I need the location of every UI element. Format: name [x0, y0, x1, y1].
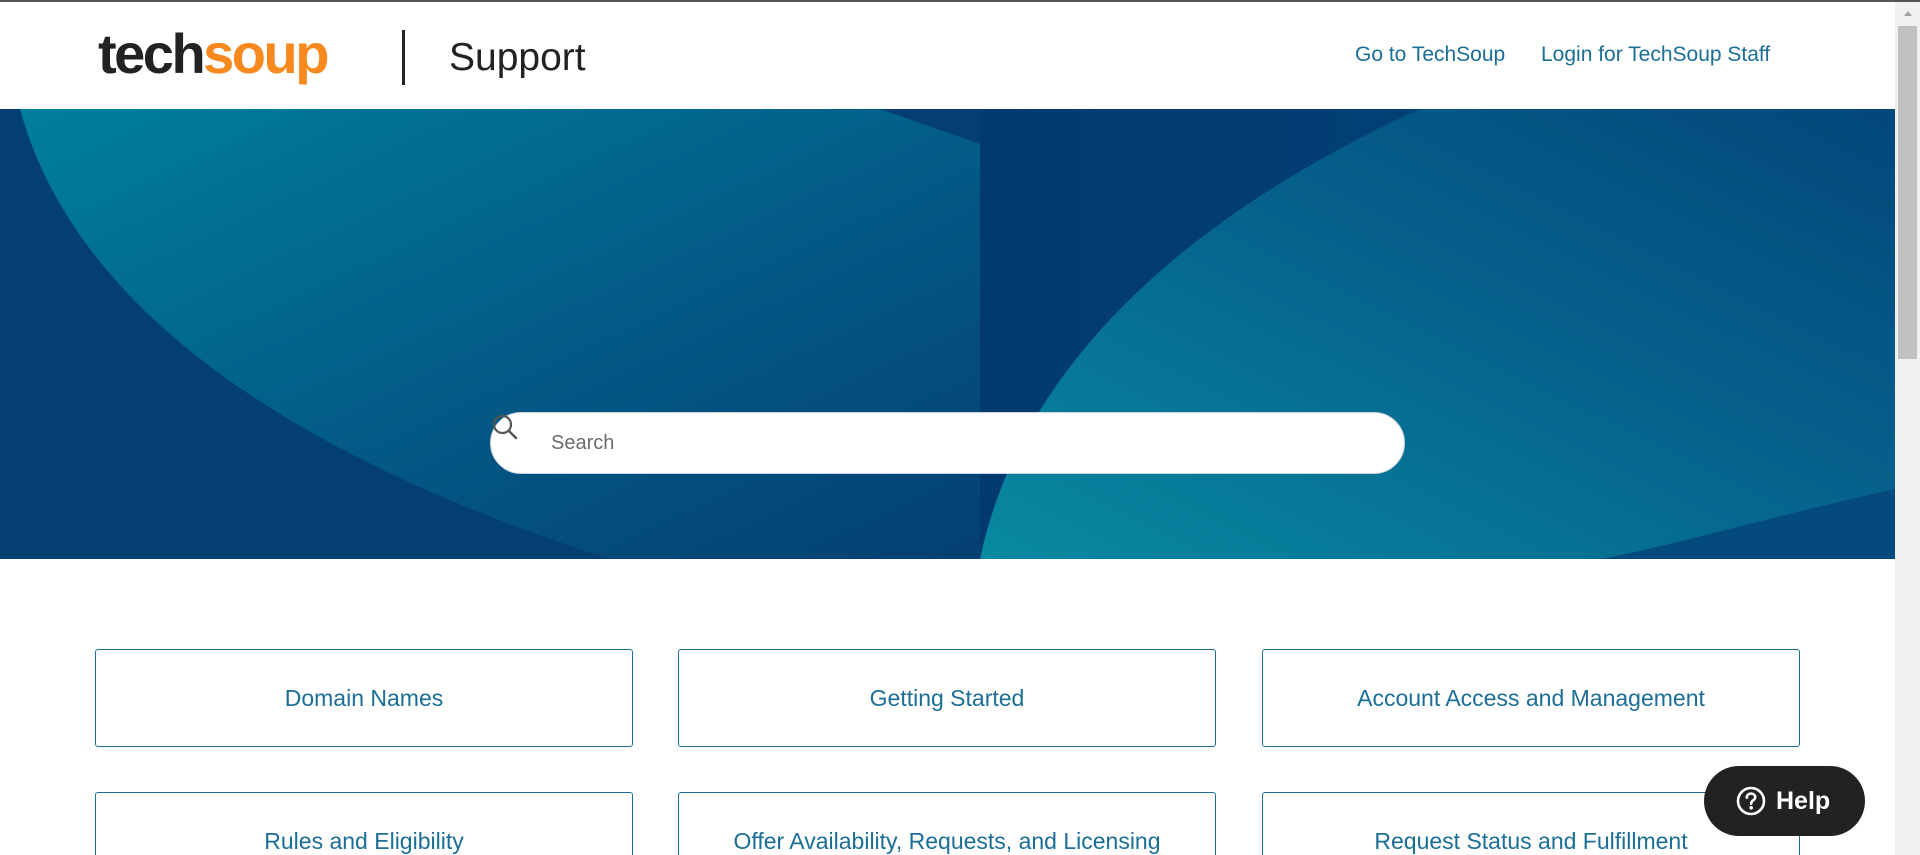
- category-rules-eligibility[interactable]: Rules and Eligibility: [95, 792, 633, 855]
- category-account-access[interactable]: Account Access and Management: [1262, 649, 1800, 747]
- category-label: Domain Names: [284, 684, 444, 711]
- search-bar[interactable]: [490, 412, 1405, 474]
- help-button-label: Help: [1776, 786, 1831, 815]
- hero-background-graphic: [0, 109, 1895, 559]
- category-label: Rules and Eligibility: [264, 828, 464, 854]
- help-button[interactable]: Help: [1704, 766, 1865, 836]
- category-offer-availability[interactable]: Offer Availability, Requests, and Licens…: [678, 792, 1216, 855]
- category-label: Getting Started: [869, 684, 1025, 711]
- vertical-scrollbar[interactable]: [1895, 2, 1920, 855]
- techsoup-logo[interactable]: tech soup: [98, 22, 329, 85]
- logo-text-soup: soup: [203, 22, 329, 85]
- nav-go-to-techsoup-link[interactable]: Go to TechSoup: [1355, 42, 1505, 68]
- header-divider: [402, 30, 405, 85]
- hero-banner: [0, 109, 1895, 559]
- category-label: Offer Availability, Requests, and Licens…: [733, 828, 1161, 854]
- logo-text-tech: tech: [98, 22, 206, 85]
- category-getting-started[interactable]: Getting Started: [678, 649, 1216, 747]
- site-title: Support: [449, 36, 586, 79]
- scrollbar-thumb[interactable]: [1898, 26, 1917, 359]
- scroll-up-button[interactable]: [1895, 2, 1920, 24]
- search-input[interactable]: [551, 413, 1381, 473]
- site-header: tech soup Support Go to TechSoup Login fo…: [0, 2, 1895, 109]
- search-icon: [492, 414, 518, 440]
- question-circle-icon: [1736, 786, 1766, 816]
- category-label: Account Access and Management: [1357, 684, 1705, 711]
- chevron-up-icon: [1903, 11, 1912, 16]
- category-domain-names[interactable]: Domain Names: [95, 649, 633, 747]
- category-label: Request Status and Fulfillment: [1374, 828, 1688, 854]
- nav-staff-login-link[interactable]: Login for TechSoup Staff: [1541, 42, 1770, 68]
